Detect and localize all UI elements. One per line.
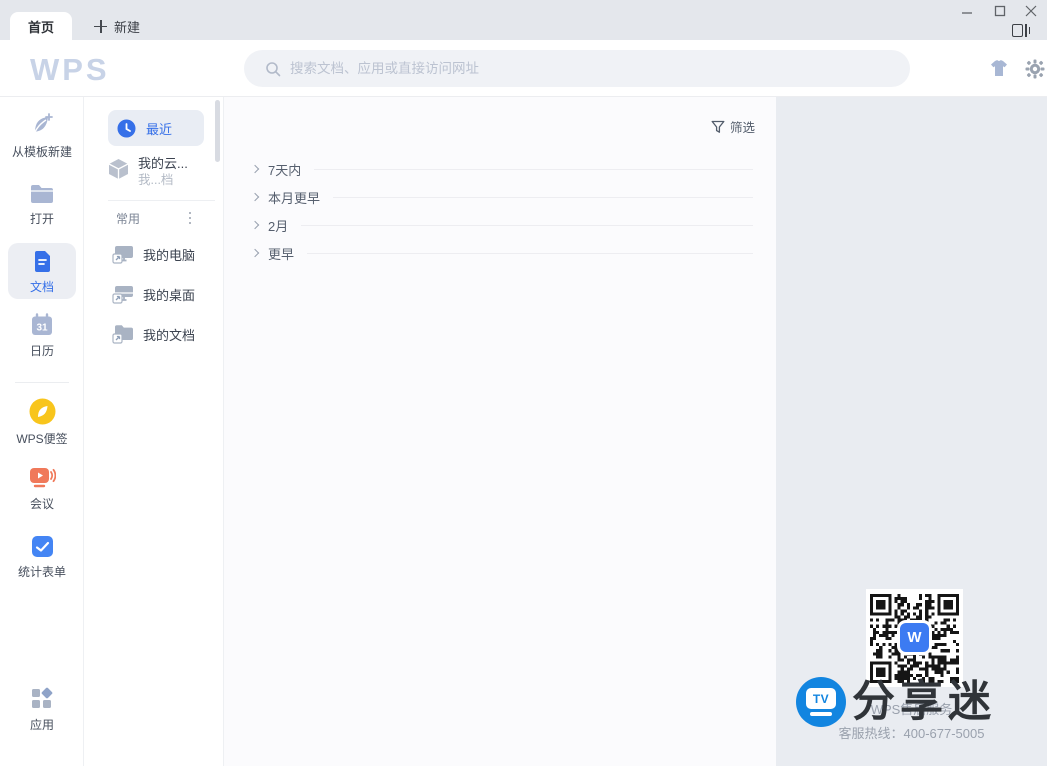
sidebar-item-wps-notes[interactable]: WPS便签 — [0, 398, 84, 447]
nav-item-my-desktop[interactable]: 我的桌面 — [112, 283, 220, 305]
minimize-button[interactable] — [958, 2, 976, 20]
chevron-right-icon — [250, 220, 260, 230]
sidebar-item-open[interactable]: 打开 — [0, 183, 84, 227]
settings-gear-icon[interactable] — [1024, 58, 1046, 80]
calendar-icon: 31 — [32, 313, 52, 335]
nav-item-label: 我的文档 — [143, 327, 196, 343]
nav-item-label: 我的电脑 — [143, 247, 196, 263]
documents-folder-shortcut-icon — [112, 325, 133, 344]
search-bar[interactable] — [244, 50, 910, 87]
sidebar-label: 文档 — [29, 280, 54, 294]
nav-item-my-documents[interactable]: 我的文档 — [112, 323, 220, 345]
sidebar-label: 会议 — [29, 497, 54, 511]
cloud-box-icon — [108, 159, 129, 179]
wps-logo: WPS — [30, 52, 110, 87]
maximize-button[interactable] — [991, 2, 1009, 20]
forms-icon — [31, 536, 53, 557]
sidebar-item-new-from-template[interactable]: 从模板新建 — [0, 111, 84, 160]
close-button[interactable] — [1022, 2, 1040, 20]
filter-button[interactable]: 筛选 — [711, 117, 755, 136]
folder-icon — [31, 185, 53, 203]
clock-icon — [117, 119, 136, 137]
sidebar-label: 应用 — [29, 718, 54, 732]
chevron-right-icon — [250, 248, 260, 258]
sidebar-label: 日历 — [29, 344, 54, 358]
sidebar-label: 从模板新建 — [11, 145, 72, 159]
sidebar-item-docs[interactable]: 文档 — [0, 250, 84, 295]
service-promo-panel: W WPS售后服务 客服热线：400-677-5005 TV 分享迷 — [776, 97, 1047, 766]
nav-divider — [108, 200, 215, 201]
recent-files-area: 筛选 7天内 本月更早 2月 更早 — [224, 97, 776, 766]
group-row-earlier-this-month[interactable]: 本月更早 — [224, 183, 776, 211]
tab-bar: 首页 新建 — [0, 0, 1047, 40]
nav-item-label: 我的桌面 — [143, 287, 196, 303]
meeting-icon — [29, 468, 56, 488]
group-divider — [307, 252, 753, 254]
date-groups: 7天内 本月更早 2月 更早 — [224, 155, 776, 267]
group-label: 本月更早 — [268, 190, 321, 206]
wps-qr-logo: W — [900, 623, 929, 652]
sidebar-dock-icon[interactable] — [1012, 22, 1032, 39]
search-input[interactable] — [290, 61, 850, 76]
group-row-7days[interactable]: 7天内 — [224, 155, 776, 183]
group-divider — [301, 224, 753, 226]
apps-grid-icon — [32, 687, 53, 708]
service-title: WPS售后服务 — [870, 702, 953, 717]
app-header: WPS — [0, 40, 1047, 97]
desktop-shortcut-icon — [112, 286, 133, 304]
document-icon — [34, 251, 50, 272]
scrollbar-thumb[interactable] — [215, 100, 220, 162]
sidebar-item-calendar[interactable]: 31 日历 — [0, 313, 84, 359]
group-label: 7天内 — [268, 162, 302, 178]
nav-item-cloud-docs[interactable]: 我的云... 我...档 — [108, 155, 216, 188]
sidebar-divider — [15, 382, 69, 383]
sidebar-item-meeting[interactable]: 会议 — [0, 465, 84, 512]
group-label: 2月 — [268, 218, 289, 234]
service-qr-code: W — [866, 589, 963, 687]
new-tab-label: 新建 — [114, 19, 141, 35]
nav-recent-label: 最近 — [146, 121, 173, 137]
sidebar-item-apps[interactable]: 应用 — [0, 687, 84, 733]
computer-shortcut-icon — [112, 246, 133, 264]
wps-home-window: 首页 新建 WPS 搜索文档、应用或直接访问网址 从模板新建 打开 文档 31 … — [0, 0, 1047, 766]
chevron-right-icon — [250, 164, 260, 174]
group-label: 更早 — [268, 246, 295, 262]
more-options-icon[interactable] — [184, 211, 196, 225]
chevron-right-icon — [250, 192, 260, 202]
sidebar-item-forms[interactable]: 统计表单 — [0, 535, 84, 580]
plus-icon — [94, 19, 107, 33]
tab-home[interactable]: 首页 — [10, 12, 72, 40]
sidebar-label: WPS便签 — [16, 432, 68, 446]
section-title-frequent: 常用 — [116, 212, 141, 226]
nav-item-my-computer[interactable]: 我的电脑 — [112, 243, 220, 265]
new-tab-button[interactable]: 新建 — [84, 12, 150, 40]
nav-item-recent[interactable]: 最近 — [108, 110, 204, 146]
funnel-icon — [711, 120, 725, 133]
filter-label: 筛选 — [729, 121, 755, 135]
cloud-docs-title: 我的云... — [138, 156, 188, 171]
notes-icon — [29, 398, 55, 425]
tab-home-label: 首页 — [27, 19, 54, 35]
group-row-february[interactable]: 2月 — [224, 211, 776, 239]
svg-text:31: 31 — [36, 323, 48, 334]
sidebar-label: 统计表单 — [17, 565, 66, 579]
template-pen-icon — [33, 113, 53, 133]
theme-skin-icon[interactable] — [988, 58, 1010, 80]
primary-sidebar: 从模板新建 打开 文档 31 日历 WPS便签 会议 统计表单 应用 — [0, 97, 84, 766]
service-hotline: 客服热线：400-677-5005 — [838, 726, 985, 741]
group-divider — [314, 168, 753, 170]
cloud-docs-subtitle: 我...档 — [138, 173, 174, 187]
group-divider — [333, 196, 753, 198]
documents-nav-panel: 最近 我的云... 我...档 常用 我的电脑 我的桌面 我的文档 — [84, 97, 224, 766]
group-row-earlier[interactable]: 更早 — [224, 239, 776, 267]
sidebar-label: 打开 — [29, 212, 54, 226]
search-icon — [266, 61, 281, 76]
content-area: 从模板新建 打开 文档 31 日历 WPS便签 会议 统计表单 应用 最近 我的… — [0, 97, 1047, 766]
